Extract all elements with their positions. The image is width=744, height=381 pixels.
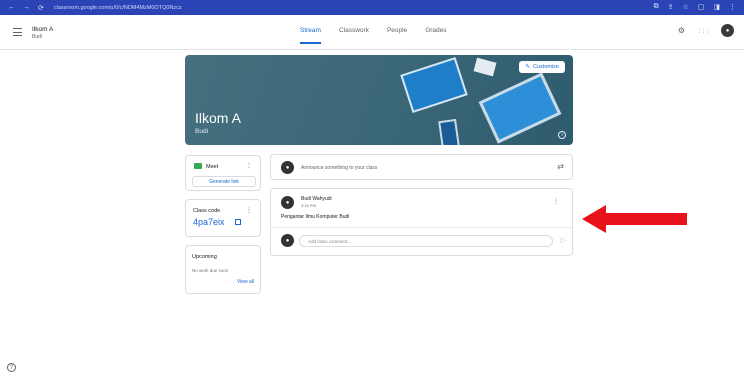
meet-more-icon[interactable]: ⋮: [246, 162, 252, 169]
class-code-value: 4pa7eix: [193, 217, 225, 227]
customize-button[interactable]: ✎ Customize: [519, 61, 565, 73]
window-icon[interactable]: ▢: [698, 3, 705, 11]
main-menu-icon[interactable]: [13, 28, 22, 36]
view-all-link[interactable]: View all: [237, 279, 254, 285]
header-actions: ⚙ ⋮⋮⋮ ●: [678, 24, 734, 37]
banner-laptop-illustration-2: [478, 72, 562, 144]
class-code-card: Class code ⋮ 4pa7eix: [185, 199, 261, 237]
banner-paper-illustration: [473, 57, 497, 77]
info-icon[interactable]: i: [558, 131, 566, 139]
share-icon[interactable]: ⇪: [668, 3, 674, 11]
banner-title: Ilkom A: [195, 110, 241, 126]
browser-menu-icon[interactable]: ⋮: [729, 3, 736, 11]
tab-grades[interactable]: Grades: [425, 27, 446, 44]
sidepanel-icon[interactable]: ◨: [713, 3, 720, 11]
class-code-label: Class code: [193, 208, 221, 214]
tab-stream[interactable]: Stream: [300, 27, 321, 44]
browser-toolbar: ← → ⟳ classroom.google.com/u/0/c/NDM4MzM…: [0, 0, 744, 15]
upcoming-card: Upcoming No work due soon View all: [185, 245, 261, 294]
post-divider: [271, 227, 572, 228]
comment-input[interactable]: Add class comment...: [299, 235, 553, 247]
forward-icon[interactable]: →: [23, 4, 30, 12]
meet-label: Meet: [206, 164, 219, 170]
class-banner: Ilkom A Budi ✎ Customize i: [185, 55, 573, 145]
generate-link-button[interactable]: Generate link: [192, 176, 256, 187]
send-icon[interactable]: ▷: [561, 236, 566, 244]
reload-icon[interactable]: ⟳: [38, 4, 44, 12]
app-header: Ilkom A Budi Stream Classwork People Gra…: [0, 15, 744, 50]
class-tabs: Stream Classwork People Grades: [300, 27, 447, 44]
post-card: ● Budi Wahyudi 3:16 PM ⋮ Pengantar Ilmu …: [270, 188, 573, 256]
settings-gear-icon[interactable]: ⚙: [678, 26, 685, 35]
meet-card: Meet ⋮ Generate link: [185, 155, 261, 191]
announce-card[interactable]: ● Announce something to your class ⇄: [270, 154, 573, 180]
bookmark-star-icon[interactable]: ☆: [682, 3, 688, 11]
commenter-avatar: ●: [281, 234, 294, 247]
tab-classwork[interactable]: Classwork: [339, 27, 369, 44]
browser-nav: ← → ⟳: [8, 4, 44, 12]
banner-subtitle: Budi: [195, 128, 209, 135]
upcoming-empty-text: No work due soon: [192, 268, 229, 273]
banner-laptop-illustration: [400, 57, 468, 113]
banner-phone-illustration: [438, 118, 460, 145]
meet-video-icon: [194, 163, 202, 169]
post-author: Budi Wahyudi: [301, 196, 332, 202]
post-more-icon[interactable]: ⋮: [553, 198, 559, 205]
user-avatar: ●: [281, 161, 294, 174]
arrow-shape: [582, 205, 687, 233]
customize-label: Customize: [533, 64, 559, 70]
header-class-section: Budi: [32, 34, 43, 40]
post-body: Pengantar Ilmu Komputer Budi: [281, 214, 350, 220]
upcoming-title: Upcoming: [192, 254, 217, 260]
browser-actions: ⧉ ⇪ ☆ ▢ ◨ ⋮: [654, 3, 736, 11]
tab-people[interactable]: People: [387, 27, 407, 44]
announce-placeholder[interactable]: Announce something to your class: [301, 165, 377, 171]
pencil-icon: ✎: [525, 64, 531, 70]
apps-grid-icon[interactable]: ⋮⋮⋮: [697, 28, 710, 34]
help-icon[interactable]: ?: [7, 363, 16, 372]
install-icon[interactable]: ⧉: [654, 3, 659, 11]
address-bar[interactable]: classroom.google.com/u/0/c/NDM4MzM0OTQ0N…: [54, 5, 182, 11]
author-avatar: ●: [281, 196, 294, 209]
red-arrow-annotation: [582, 205, 687, 233]
back-icon[interactable]: ←: [8, 4, 15, 12]
class-code-more-icon[interactable]: ⋮: [246, 207, 252, 214]
account-avatar[interactable]: ●: [721, 24, 734, 37]
header-class-name[interactable]: Ilkom A: [32, 26, 53, 33]
repost-icon[interactable]: ⇄: [557, 162, 564, 171]
fullscreen-code-icon[interactable]: [235, 219, 241, 225]
post-time: 3:16 PM: [301, 203, 316, 208]
